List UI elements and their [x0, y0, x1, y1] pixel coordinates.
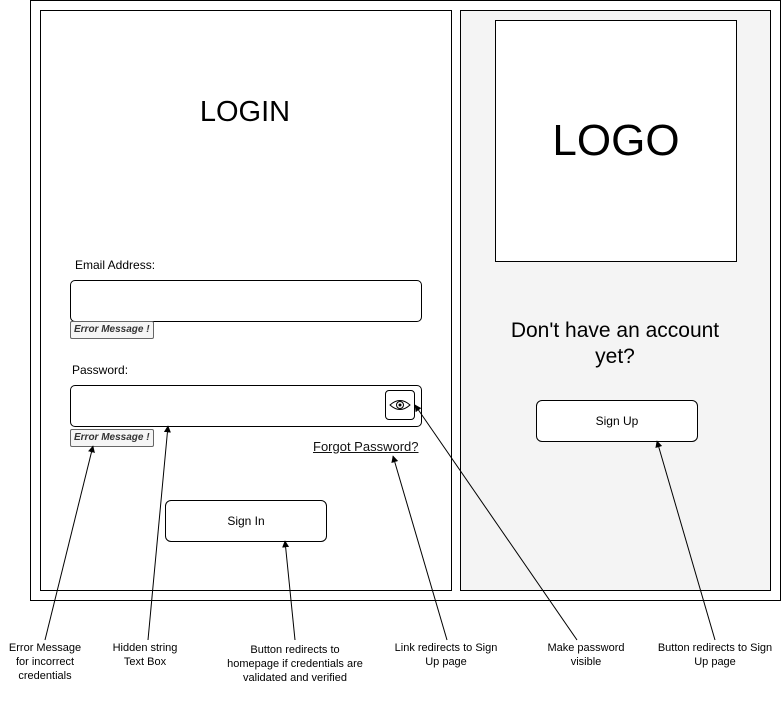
email-label: Email Address:: [75, 258, 156, 272]
annotation-link: Link redirects to Sign Up page: [394, 642, 498, 668]
annotation-eye: Make password visible: [547, 642, 625, 668]
signup-prompt: Don't have an account yet?: [510, 319, 720, 368]
sign-up-button[interactable]: Sign Up: [536, 400, 698, 442]
logo: LOGO: [495, 20, 737, 262]
eye-icon: [389, 400, 411, 410]
email-field[interactable]: [70, 280, 422, 322]
annotation-sign-up: Button redirects to Sign Up page: [657, 642, 773, 668]
forgot-password-link[interactable]: Forgot Password?: [313, 439, 419, 454]
login-title: LOGIN: [199, 96, 291, 128]
show-password-button[interactable]: [385, 390, 415, 420]
sign-up-label: Sign Up: [595, 414, 639, 428]
password-field[interactable]: [70, 385, 422, 427]
annotation-hidden-string: Hidden string Text Box: [112, 642, 178, 668]
annotation-error-message: Error Message for incorrect credentials: [8, 642, 82, 682]
email-error-message: Error Message !: [70, 321, 154, 339]
logo-text: LOGO: [552, 116, 680, 165]
password-error-message: Error Message !: [70, 429, 154, 447]
annotation-sign-in: Button redirects to homepage if credenti…: [227, 644, 363, 684]
password-label: Password:: [72, 363, 129, 377]
sign-in-button[interactable]: Sign In: [165, 500, 327, 542]
sign-in-label: Sign In: [227, 514, 265, 528]
